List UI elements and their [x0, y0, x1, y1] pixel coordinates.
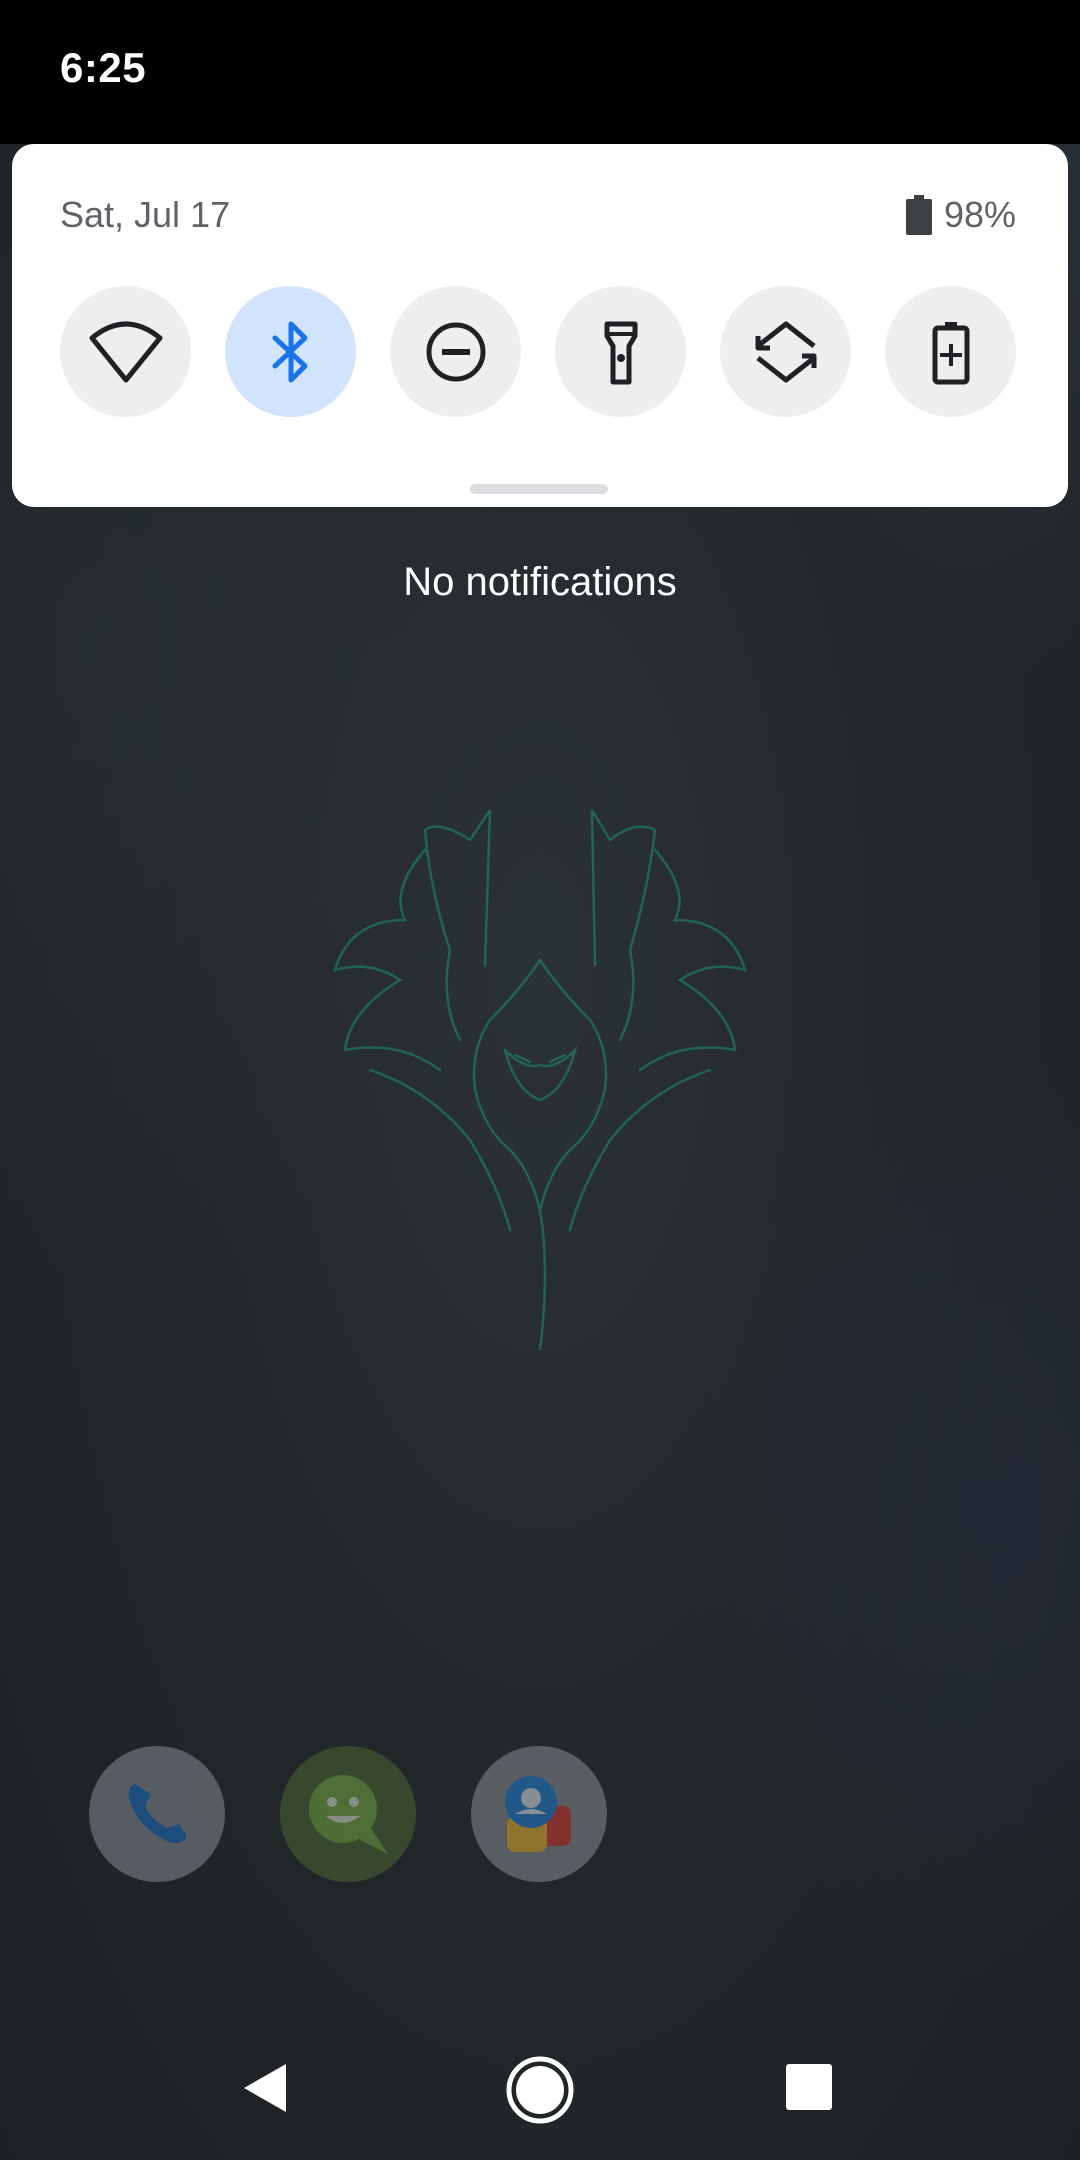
wifi-icon [89, 321, 162, 382]
home-icon[interactable] [505, 2055, 575, 2125]
messages-icon [309, 1775, 388, 1854]
tile-do-not-disturb[interactable] [390, 286, 521, 417]
qs-battery[interactable]: 98% [905, 194, 1016, 236]
battery-saver-icon [932, 321, 969, 384]
recents-icon[interactable] [786, 2064, 832, 2110]
duo-icon [505, 1776, 571, 1852]
back-icon[interactable] [242, 2062, 288, 2114]
duo-app-icon[interactable] [471, 1746, 607, 1882]
wallpaper-phoenix-logo [333, 810, 747, 1350]
status-bar: 6:25 [0, 0, 1080, 144]
tile-auto-rotate[interactable] [720, 286, 851, 417]
app-dock [89, 1746, 607, 1882]
bluetooth-icon [272, 321, 307, 382]
tile-battery-saver[interactable] [885, 286, 1016, 417]
messages-app-icon[interactable] [280, 1746, 416, 1882]
quick-settings-tiles [60, 286, 1016, 417]
tile-flashlight[interactable] [555, 286, 686, 417]
status-time: 6:25 [60, 44, 147, 91]
battery-percent: 98% [943, 194, 1016, 235]
quick-settings-panel: Sat, Jul 17 98% [12, 144, 1068, 507]
expand-handle[interactable] [470, 484, 608, 494]
auto-rotate-icon [755, 321, 816, 382]
navigation-bar [0, 2010, 1080, 2160]
qs-date[interactable]: Sat, Jul 17 [60, 194, 230, 236]
phone-app-icon[interactable] [89, 1746, 225, 1882]
tile-wifi[interactable] [60, 286, 191, 417]
phone-icon [128, 1784, 187, 1844]
tile-bluetooth[interactable] [225, 286, 356, 417]
no-notifications-text: No notifications [403, 560, 677, 604]
flashlight-icon [604, 321, 637, 384]
do-not-disturb-icon [426, 322, 485, 381]
battery-icon [905, 195, 932, 235]
